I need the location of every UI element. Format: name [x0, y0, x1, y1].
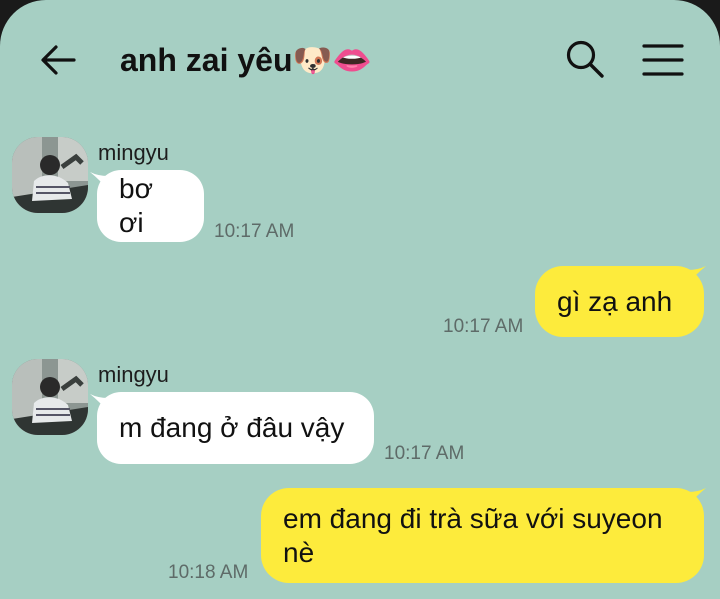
sender-name: mingyu: [98, 140, 169, 165]
back-button[interactable]: [38, 40, 78, 80]
sender-name: mingyu: [98, 362, 169, 387]
chat-screen: anh zai yêu🐶👄 mingyu bơ ơi 10:17 AM gì z…: [0, 0, 720, 599]
avatar[interactable]: [12, 137, 88, 213]
message-bubble-outgoing[interactable]: em đang đi trà sữa với suyeon nè: [261, 488, 704, 583]
chat-title: anh zai yêu🐶👄: [120, 42, 373, 78]
message-text: gì zạ anh: [557, 285, 673, 317]
message-time: 10:17 AM: [214, 221, 295, 242]
avatar-photo: [12, 359, 88, 435]
message-text: bơ ơi: [119, 173, 153, 238]
message-bubble-incoming[interactable]: bơ ơi: [97, 170, 204, 242]
menu-button[interactable]: [640, 40, 686, 80]
message-bubble-outgoing[interactable]: gì zạ anh: [535, 266, 704, 337]
arrow-left-icon: [41, 45, 76, 75]
message-text: em đang đi trà sữa với suyeon nè: [283, 503, 663, 568]
message-bubble-incoming[interactable]: m đang ở đâu vậy: [97, 392, 374, 464]
message-time: 10:17 AM: [443, 316, 524, 337]
avatar[interactable]: [12, 359, 88, 435]
message-text: m đang ở đâu vậy: [119, 412, 345, 443]
message-time: 10:18 AM: [168, 562, 249, 583]
chat-header: anh zai yêu🐶👄: [0, 0, 720, 118]
hamburger-menu-icon: [642, 44, 684, 76]
search-button[interactable]: [564, 38, 606, 80]
avatar-photo: [12, 137, 88, 213]
search-icon: [566, 40, 604, 78]
message-time: 10:17 AM: [384, 443, 465, 464]
